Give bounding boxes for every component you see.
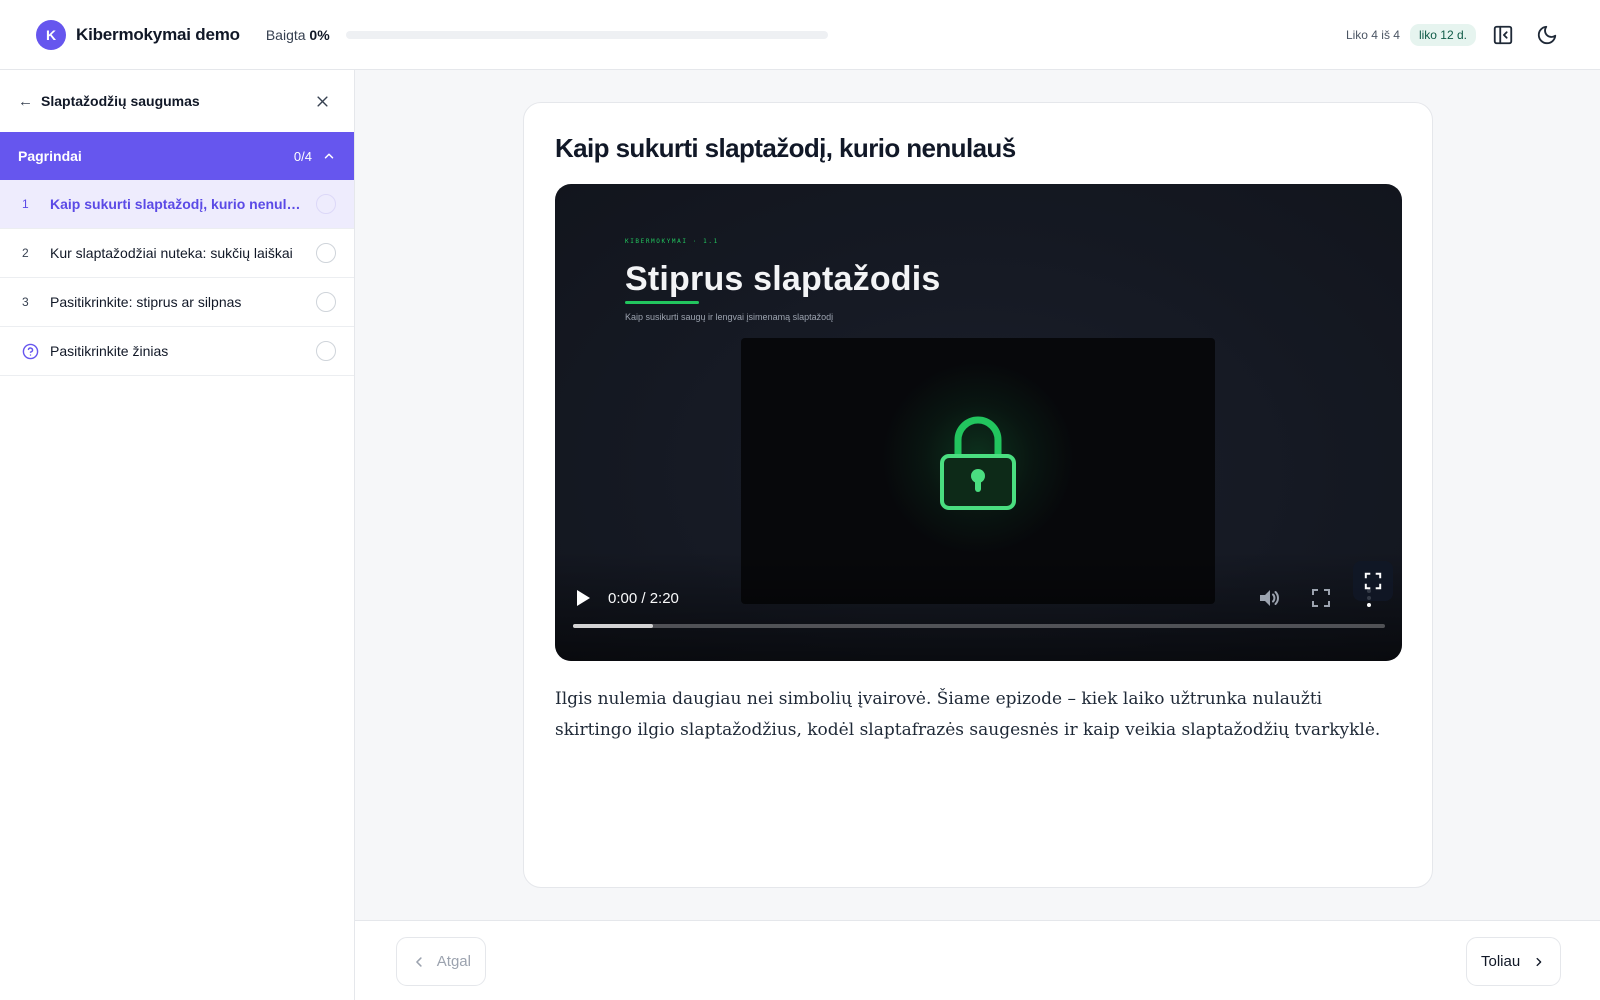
question-circle-icon bbox=[22, 343, 50, 360]
lesson-number: 2 bbox=[22, 246, 29, 260]
course-title[interactable]: Slaptažodžių saugumas bbox=[41, 93, 200, 109]
lesson-number: 3 bbox=[22, 295, 29, 309]
course-sidebar: ← Slaptažodžių saugumas Pagrindai 0/4 1 … bbox=[0, 70, 355, 1000]
section-header-pagrindai[interactable]: Pagrindai 0/4 bbox=[0, 132, 354, 180]
chevron-right-icon bbox=[1536, 957, 1542, 966]
lesson-card: Kaip sukurti slaptažodį, kurio nenulauš … bbox=[523, 102, 1433, 888]
lesson-status-circle-icon bbox=[316, 292, 336, 312]
lesson-item-3[interactable]: 3 Pasitikrinkite: stiprus ar silpnas bbox=[0, 278, 354, 327]
close-sidebar-button[interactable] bbox=[310, 89, 334, 113]
lesson-status-circle-icon bbox=[316, 243, 336, 263]
fullscreen-icon bbox=[1364, 572, 1382, 590]
sidebar-collapse-icon bbox=[1493, 25, 1513, 44]
video-player[interactable]: KIBERMOKYMAI · 1.1 Stiprus slaptažodis K… bbox=[555, 184, 1402, 661]
progress-label: Baigta 0% bbox=[266, 27, 330, 43]
play-icon[interactable] bbox=[574, 588, 592, 608]
lesson-description: Ilgis nulemia daugiau nei simbolių įvair… bbox=[555, 689, 1381, 740]
video-kicker: KIBERMOKYMAI · 1.1 bbox=[625, 238, 719, 245]
lesson-status-circle-icon bbox=[316, 341, 336, 361]
lesson-title: Pasitikrinkite žinias bbox=[50, 343, 169, 359]
brand-name[interactable]: Kibermokymai demo bbox=[76, 25, 240, 45]
lesson-item-quiz[interactable]: Pasitikrinkite žinias bbox=[0, 327, 354, 376]
close-icon bbox=[316, 95, 328, 107]
back-button[interactable]: Atgal bbox=[396, 937, 486, 986]
lesson-number: 1 bbox=[22, 197, 29, 211]
fullscreen-icon[interactable] bbox=[1311, 588, 1331, 608]
progress-label-text: Baigta bbox=[265, 26, 306, 43]
section-title: Pagrindai bbox=[18, 148, 82, 164]
lesson-title: Kur slaptažodžiai nuteka: sukčių laiškai bbox=[50, 245, 293, 261]
lesson-title: Kaip sukurti slaptažodį, kurio nenulauš bbox=[50, 196, 311, 212]
chevron-left-icon bbox=[416, 956, 422, 967]
lesson-item-1[interactable]: 1 Kaip sukurti slaptažodį, kurio nenulau… bbox=[0, 180, 354, 229]
lesson-item-2[interactable]: 2 Kur slaptažodžiai nuteka: sukčių laišk… bbox=[0, 229, 354, 278]
course-progress-bar bbox=[345, 30, 828, 39]
lesson-status-circle-icon bbox=[316, 194, 336, 214]
video-slide-subtitle: Kaip susikurti saugų ir lengvai įsimenam… bbox=[625, 312, 834, 322]
next-button[interactable]: Toliau bbox=[1466, 937, 1561, 986]
theme-toggle-button[interactable] bbox=[1530, 18, 1564, 52]
collapse-sidebar-button[interactable] bbox=[1486, 18, 1520, 52]
video-buffered-bar bbox=[573, 624, 653, 628]
chevron-up-icon bbox=[322, 149, 336, 163]
remaining-lessons-text: Liko 4 iš 4 bbox=[1345, 27, 1400, 42]
video-seek-bar[interactable] bbox=[573, 624, 1385, 628]
volume-icon[interactable] bbox=[1257, 587, 1281, 609]
video-time: 0:00 / 2:20 bbox=[608, 590, 679, 607]
next-button-label: Toliau bbox=[1481, 953, 1521, 970]
lesson-title: Pasitikrinkite: stiprus ar silpnas bbox=[50, 294, 242, 310]
progress-value: 0% bbox=[309, 26, 330, 43]
video-slide-title: Stiprus slaptažodis bbox=[625, 260, 941, 298]
top-bar: K Kibermokymai demo Baigta 0% Liko 4 iš … bbox=[0, 0, 1600, 70]
back-button-label: Atgal bbox=[436, 953, 471, 970]
lesson-heading: Kaip sukurti slaptažodį, kurio nenulauš bbox=[555, 133, 1016, 163]
days-left-badge: liko 12 d. bbox=[1409, 23, 1476, 46]
padlock-icon bbox=[940, 416, 1016, 510]
moon-icon bbox=[1537, 25, 1557, 44]
header-actions: Liko 4 iš 4 liko 12 d. bbox=[1346, 18, 1564, 52]
lesson-footer-nav: Atgal Toliau bbox=[355, 920, 1600, 1000]
sidebar-header: ← Slaptažodžių saugumas bbox=[0, 70, 354, 132]
back-arrow-icon[interactable]: ← bbox=[18, 93, 33, 110]
video-title-underline bbox=[625, 301, 699, 304]
fullscreen-overlay-button[interactable] bbox=[1353, 561, 1393, 601]
brand-avatar[interactable]: K bbox=[36, 19, 66, 50]
section-progress-count: 0/4 bbox=[293, 148, 312, 164]
